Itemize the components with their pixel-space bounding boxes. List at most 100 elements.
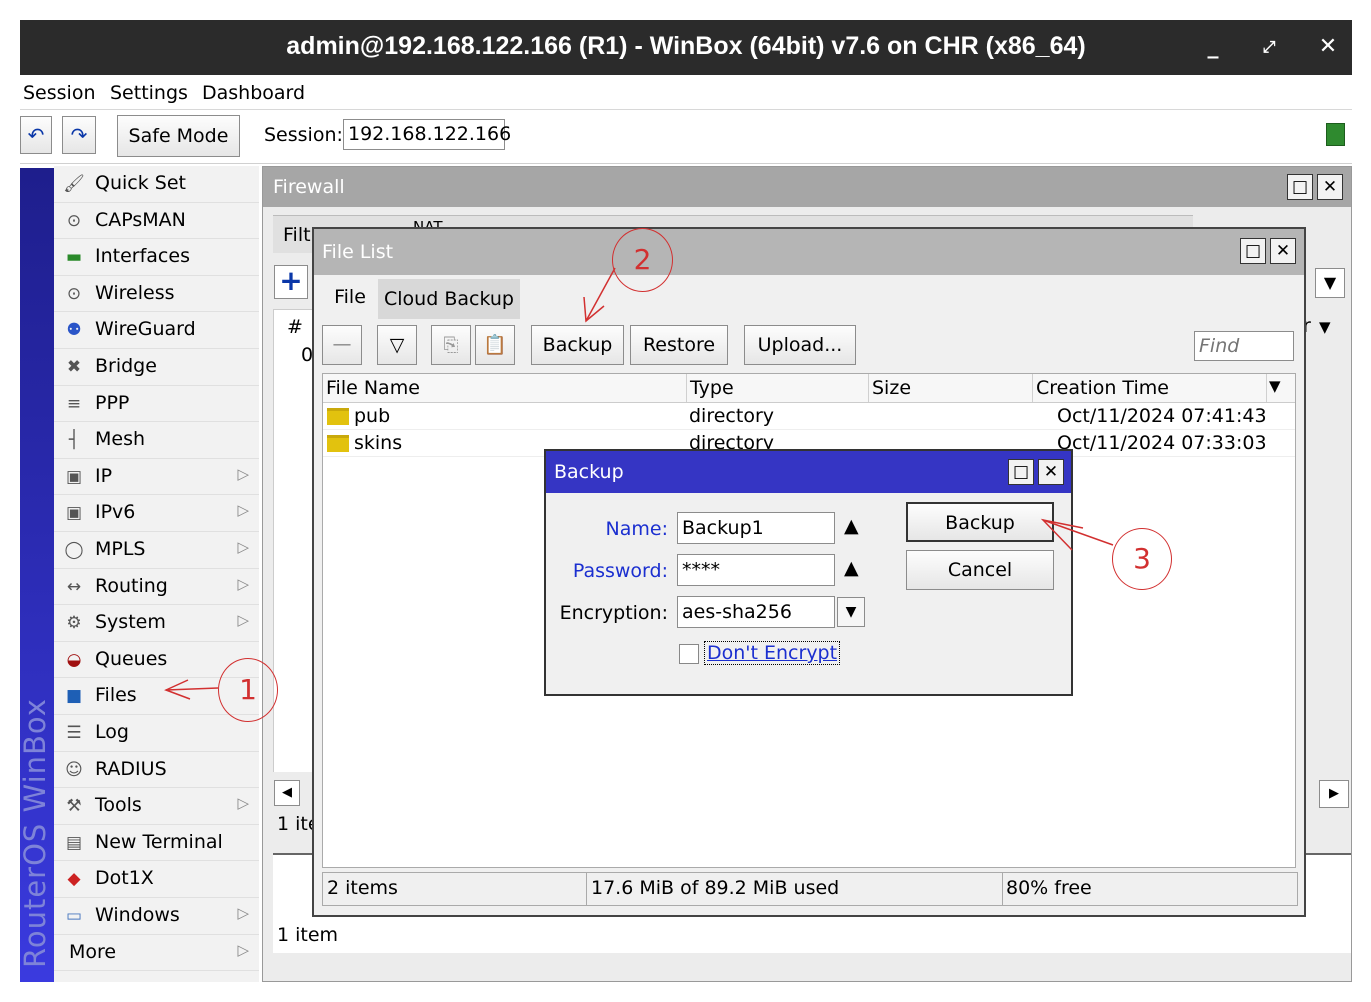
menu-dashboard[interactable]: Dashboard	[202, 82, 305, 104]
sidebar-item-new-terminal[interactable]: ▤ New Terminal	[54, 825, 259, 862]
brand-label: RouterOS WinBox	[18, 698, 52, 968]
sidebar-item-label: More	[69, 940, 117, 963]
tools-icon: ⚒	[66, 796, 82, 817]
add-icon[interactable]: +	[274, 265, 308, 299]
backup-confirm-button[interactable]: Backup	[906, 502, 1054, 542]
name-label: Name:	[605, 518, 668, 540]
sidebar-item-label: CAPsMAN	[95, 208, 186, 231]
maximize-icon[interactable]: □	[1008, 459, 1034, 485]
submenu-arrow-icon: ▷	[237, 501, 249, 520]
copy-icon[interactable]: ⎘	[431, 325, 471, 365]
backup-button[interactable]: Backup	[531, 325, 624, 365]
sidebar-item-routing[interactable]: ↔ Routing ▷	[54, 569, 259, 606]
users-icon: ☺	[65, 759, 83, 780]
sidebar-item-label: Interfaces	[95, 245, 190, 268]
scroll-left-icon[interactable]: ◀	[274, 780, 300, 806]
redo-icon[interactable]: ↷	[62, 116, 96, 154]
menu-settings[interactable]: Settings	[110, 82, 188, 104]
sidebar-item-wireless[interactable]: ⊙ Wireless	[54, 276, 259, 313]
maximize-icon[interactable]: □	[1240, 238, 1266, 264]
ppp-icon: ≡	[66, 393, 82, 414]
cancel-button[interactable]: Cancel	[906, 550, 1054, 590]
sidebar-item-label: Queues	[95, 647, 168, 670]
close-icon[interactable]: ✕	[1317, 174, 1343, 200]
sidebar-item-quick-set[interactable]: 🖌 Quick Set	[54, 166, 259, 203]
find-input[interactable]	[1194, 331, 1294, 361]
restore-icon[interactable]: ⤢	[1256, 34, 1282, 60]
remove-icon[interactable]: —	[322, 325, 362, 365]
chevron-down-icon[interactable]: ▼	[1319, 318, 1331, 336]
col-file-name[interactable]: File Name	[323, 374, 687, 402]
sidebar-item-wireguard[interactable]: ⚉ WireGuard	[54, 312, 259, 349]
minimize-icon[interactable]: _	[1200, 34, 1226, 60]
sidebar-item-interfaces[interactable]: ▬ Interfaces	[54, 239, 259, 276]
submenu-arrow-icon: ▷	[237, 538, 249, 556]
terminal-icon: ▤	[65, 832, 83, 853]
sidebar-item-dot1x[interactable]: ◆ Dot1X	[54, 861, 259, 898]
restore-button[interactable]: Restore	[630, 325, 728, 365]
sidebar-item-label: Routing	[95, 574, 168, 597]
upload-button[interactable]: Upload...	[744, 325, 856, 365]
close-icon[interactable]: ✕	[1038, 459, 1064, 485]
sidebar-item-system[interactable]: ⚙ System ▷	[54, 605, 259, 642]
window-title: admin@192.168.122.166 (R1) - WinBox (64b…	[286, 32, 1086, 60]
encryption-label: Encryption:	[559, 602, 668, 624]
name-input[interactable]: Backup1	[677, 512, 835, 544]
maximize-icon[interactable]: □	[1287, 174, 1313, 200]
tab-file[interactable]: File	[322, 279, 378, 319]
collapse-name-icon[interactable]: ▲	[844, 515, 859, 537]
close-icon[interactable]: ✕	[1270, 238, 1296, 264]
sidebar-item-more[interactable]: More ▷	[54, 935, 259, 972]
sidebar-brand-band: RouterOS WinBox	[18, 168, 54, 982]
toolbar: ↶ ↷ Safe Mode Session: 192.168.122.166	[20, 112, 1352, 164]
sidebar-item-radius[interactable]: ☺ RADIUS	[54, 752, 259, 789]
safe-mode-button[interactable]: Safe Mode	[117, 115, 240, 157]
sidebar-item-bridge[interactable]: ✖ Bridge	[54, 349, 259, 386]
password-input[interactable]: ****	[677, 554, 835, 586]
collapse-password-icon[interactable]: ▲	[844, 557, 859, 579]
undo-icon[interactable]: ↶	[20, 116, 52, 154]
session-field[interactable]: 192.168.122.166	[343, 119, 511, 150]
sidebar-item-ppp[interactable]: ≡ PPP	[54, 386, 259, 423]
submenu-arrow-icon: ▷	[237, 904, 249, 922]
filter-icon[interactable]: ▽	[377, 325, 417, 365]
sidebar-item-ipv6[interactable]: ▣ IPv6 ▷	[54, 495, 259, 532]
sidebar-item-capsman[interactable]: ⊙ CAPsMAN	[54, 203, 259, 240]
col-type[interactable]: Type	[687, 374, 869, 402]
status-count: 2 items	[327, 877, 398, 899]
dont-encrypt-checkbox[interactable]	[679, 644, 699, 664]
antenna-icon: ⊙	[66, 210, 82, 231]
dropdown-icon[interactable]: ▼	[837, 597, 865, 627]
sidebar-item-label: Quick Set	[95, 172, 186, 194]
sidebar-item-windows[interactable]: ▭ Windows ▷	[54, 898, 259, 935]
scroll-right-icon[interactable]: ▶	[1319, 780, 1349, 808]
sidebar-item-tools[interactable]: ⚒ Tools ▷	[54, 788, 259, 825]
dropdown-icon[interactable]: ▼	[1315, 268, 1345, 298]
encryption-select[interactable]: aes-sha256	[677, 596, 835, 628]
sidebar-item-log[interactable]: ☰ Log	[54, 715, 259, 752]
file-created: Oct/11/2024 07:41:43	[1057, 405, 1267, 427]
antenna-icon: ⊙	[66, 283, 82, 304]
menu-bar: Session Settings Dashboard	[20, 78, 1352, 110]
folder-icon	[327, 435, 349, 452]
table-row[interactable]: pub directory Oct/11/2024 07:41:43	[323, 403, 1295, 430]
log-icon: ☰	[66, 723, 82, 743]
tab-filter-rules[interactable]: Filt	[283, 224, 311, 246]
dont-encrypt-label[interactable]: Don't Encrypt	[704, 641, 841, 665]
annotation-3: 3	[1112, 528, 1172, 590]
close-icon[interactable]: ✕	[1315, 34, 1341, 60]
annotation-2: 2	[612, 228, 673, 292]
column-menu-icon[interactable]: ▼	[1269, 377, 1281, 395]
col-size[interactable]: Size	[869, 374, 1033, 402]
menu-session[interactable]: Session	[23, 82, 96, 104]
sidebar-item-label: Files	[95, 684, 137, 707]
paste-icon[interactable]: 📋	[475, 325, 515, 365]
wireguard-icon: ⚉	[66, 320, 82, 341]
sidebar-item-ip[interactable]: ▣ IP ▷	[54, 459, 259, 496]
sidebar-item-mpls[interactable]: ◯ MPLS ▷	[54, 532, 259, 569]
tab-cloud-backup[interactable]: Cloud Backup	[378, 279, 520, 319]
sidebar-item-label: IP	[95, 464, 113, 487]
sidebar-item-mesh[interactable]: ┤ Mesh	[54, 422, 259, 459]
col-creation-time[interactable]: Creation Time	[1033, 374, 1267, 402]
firewall-table-left: # 0	[273, 309, 313, 369]
